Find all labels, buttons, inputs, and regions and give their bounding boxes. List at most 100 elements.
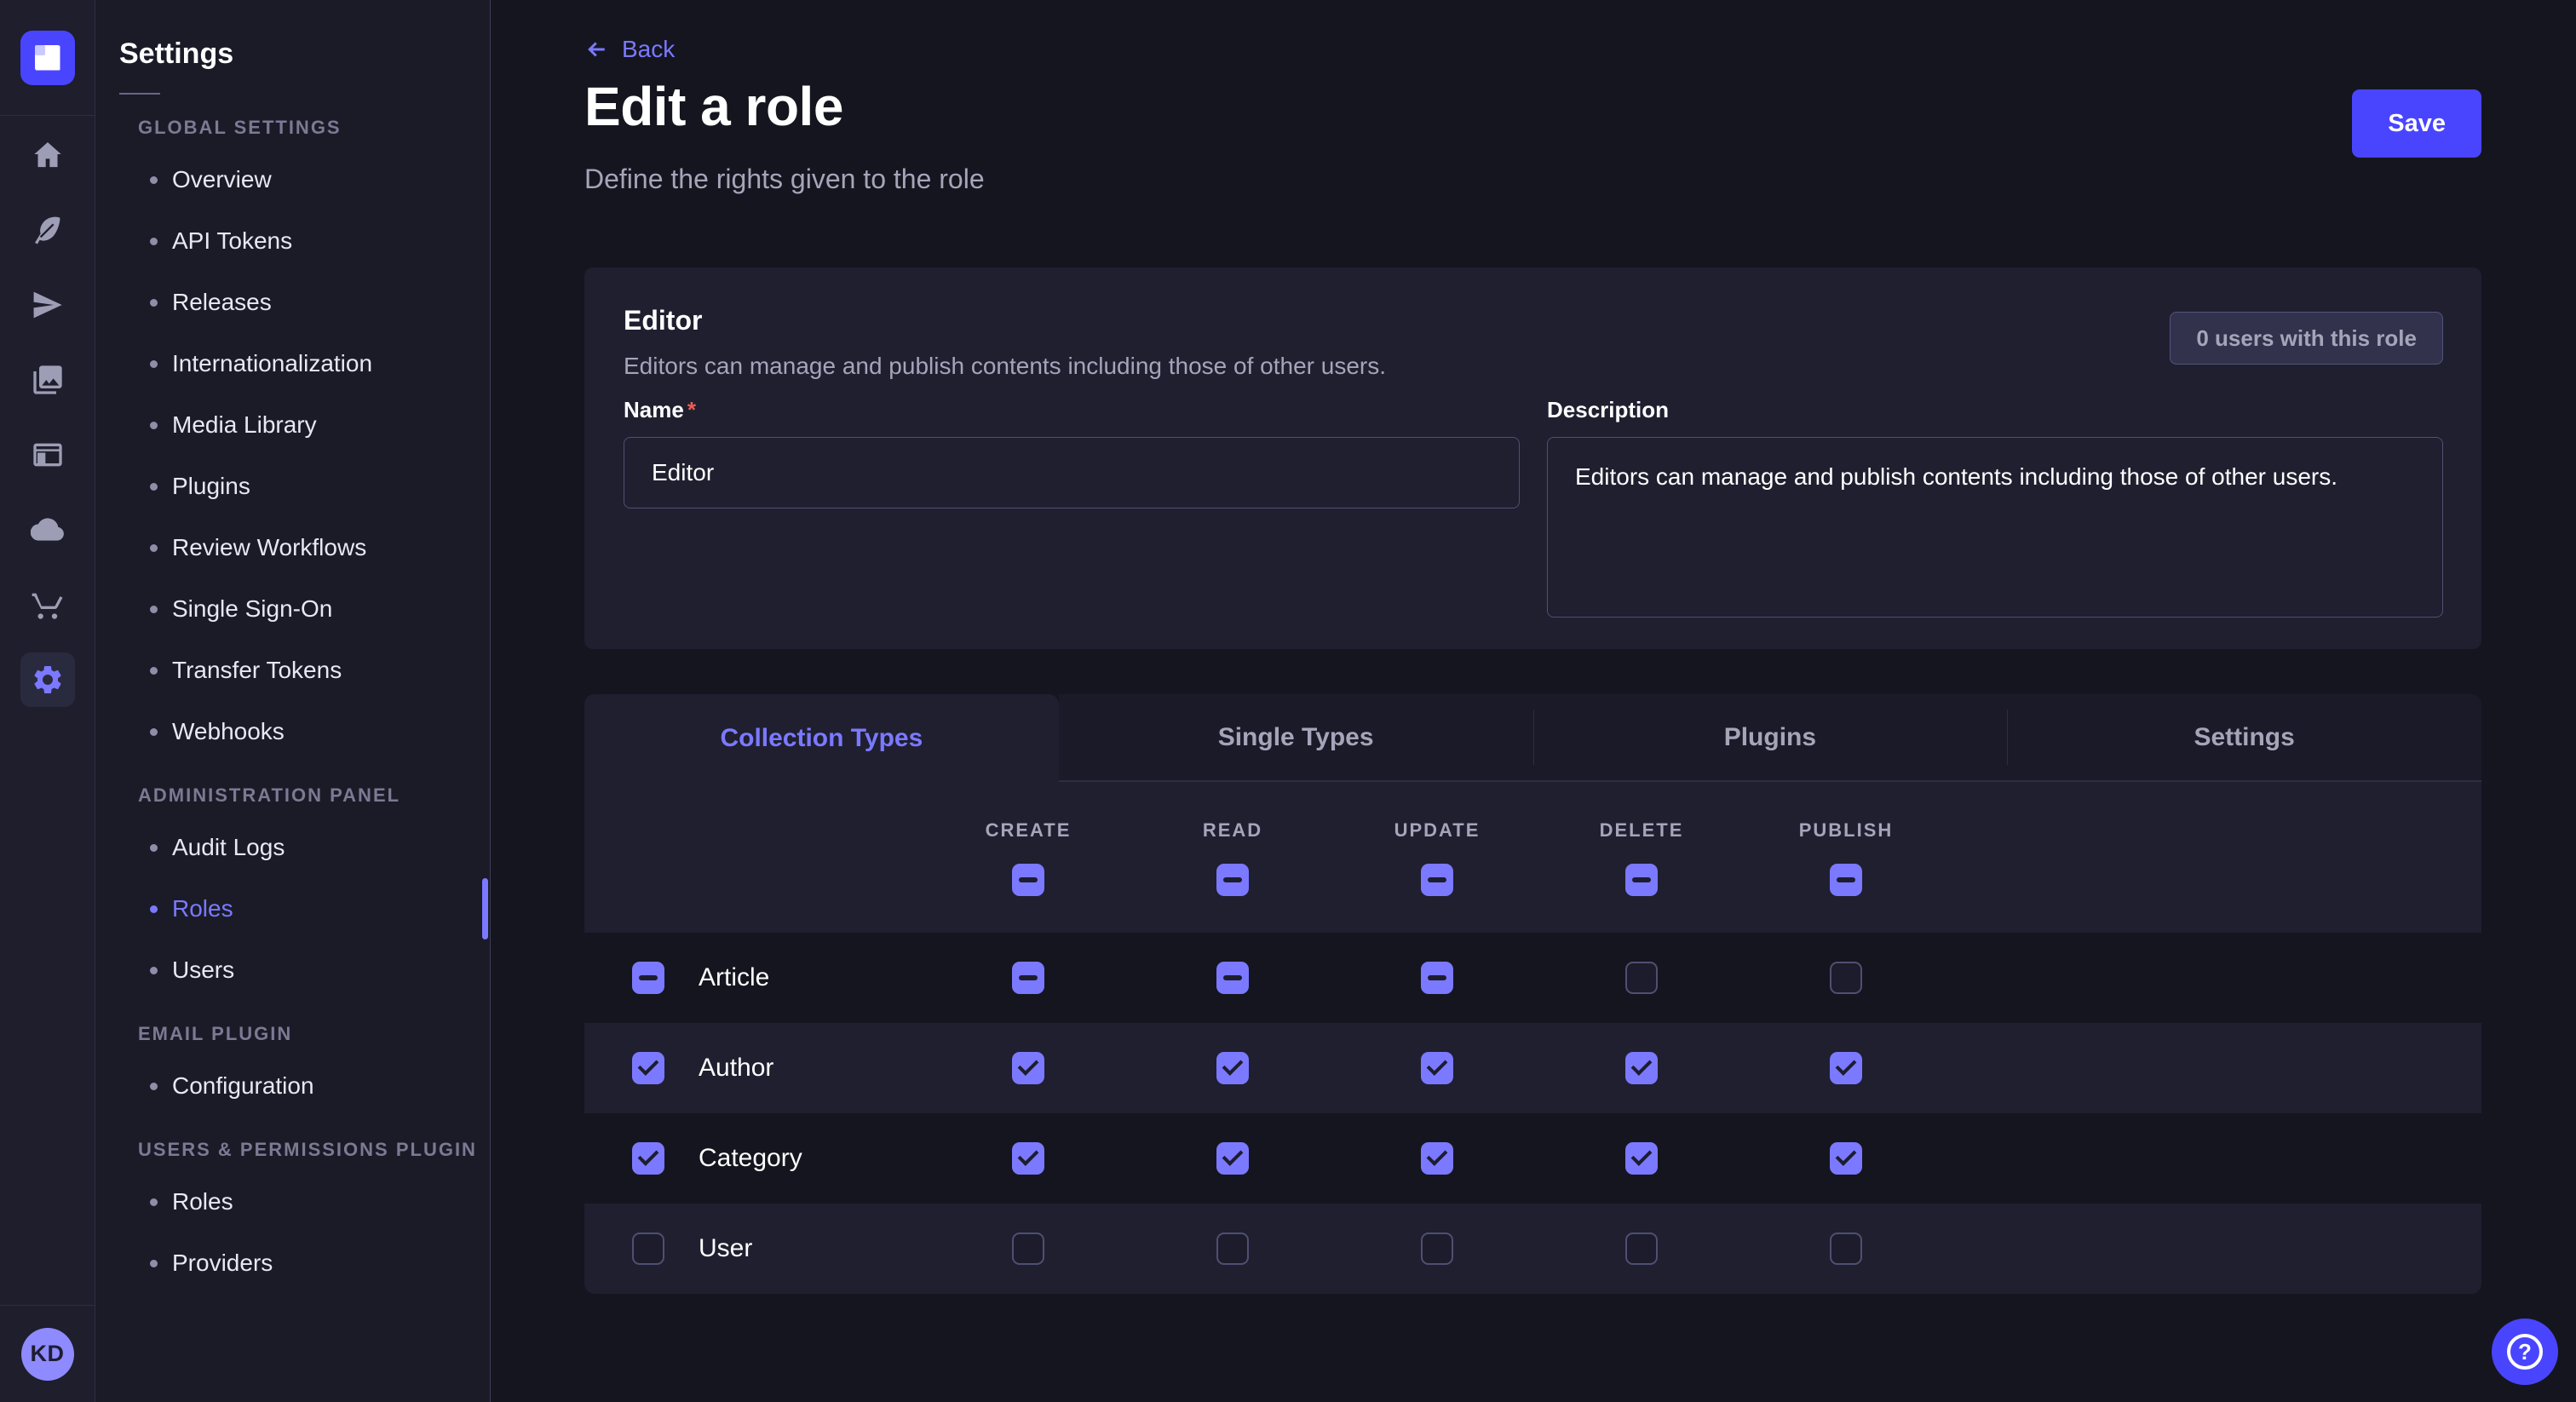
sidebar-item-api-tokens[interactable]: API Tokens bbox=[95, 210, 490, 272]
sidebar-item-internationalization[interactable]: Internationalization bbox=[95, 333, 490, 394]
tab-collection-types[interactable]: Collection Types bbox=[584, 694, 1059, 782]
sidebar-item-label: Roles bbox=[172, 1188, 233, 1215]
author-create-checkbox[interactable] bbox=[1012, 1052, 1044, 1084]
required-asterisk: * bbox=[687, 397, 696, 422]
sidebar-item-plugins[interactable]: Plugins bbox=[95, 456, 490, 517]
sidebar-item-label: API Tokens bbox=[172, 227, 292, 255]
category-delete-checkbox[interactable] bbox=[1625, 1142, 1658, 1175]
name-field-group: Name* bbox=[624, 397, 1520, 618]
sidebar-item-providers[interactable]: Providers bbox=[95, 1232, 490, 1294]
author-read-checkbox[interactable] bbox=[1216, 1052, 1249, 1084]
description-field-group: Description Editors can manage and publi… bbox=[1547, 397, 2443, 618]
sidebar-item-overview[interactable]: Overview bbox=[95, 149, 490, 210]
layout-icon bbox=[31, 438, 65, 472]
users-with-role-button[interactable]: 0 users with this role bbox=[2170, 312, 2443, 365]
bullet-icon bbox=[150, 238, 158, 245]
sidebar-item-configuration[interactable]: Configuration bbox=[95, 1055, 490, 1117]
user-create-checkbox[interactable] bbox=[1012, 1232, 1044, 1265]
tab-single-types[interactable]: Single Types bbox=[1059, 694, 1533, 782]
sidebar-item-users[interactable]: Users bbox=[95, 939, 490, 1001]
category-update-checkbox[interactable] bbox=[1421, 1142, 1453, 1175]
description-textarea[interactable]: Editors can manage and publish contents … bbox=[1547, 437, 2443, 618]
row-label: Category bbox=[699, 1144, 802, 1173]
article-create-checkbox[interactable] bbox=[1012, 962, 1044, 994]
rail-item-cloud[interactable] bbox=[0, 492, 95, 567]
role-name-heading: Editor bbox=[624, 305, 702, 336]
permission-row-author: Author bbox=[584, 1023, 2481, 1113]
article-update-checkbox[interactable] bbox=[1421, 962, 1453, 994]
back-label: Back bbox=[622, 36, 675, 63]
bullet-icon bbox=[150, 606, 158, 613]
permission-cell bbox=[926, 962, 1130, 994]
role-description-text: Editors can manage and publish contents … bbox=[624, 353, 1386, 380]
category-create-checkbox[interactable] bbox=[1012, 1142, 1044, 1175]
rail-item-gear[interactable] bbox=[0, 642, 95, 717]
rail-item-media-library[interactable] bbox=[0, 342, 95, 417]
sidebar-item-roles[interactable]: Roles bbox=[95, 878, 490, 939]
question-mark-icon: ? bbox=[2507, 1334, 2543, 1370]
column-header-read: READ bbox=[1130, 782, 1335, 933]
sidebar-item-label: Transfer Tokens bbox=[172, 657, 342, 684]
sidebar-item-single-sign-on[interactable]: Single Sign-On bbox=[95, 578, 490, 640]
column-label: DELETE bbox=[1600, 819, 1684, 842]
bullet-icon bbox=[150, 422, 158, 429]
select-all-delete-checkbox[interactable] bbox=[1625, 864, 1658, 896]
sidebar-item-transfer-tokens[interactable]: Transfer Tokens bbox=[95, 640, 490, 701]
user-publish-checkbox[interactable] bbox=[1830, 1232, 1862, 1265]
sidebar-item-review-workflows[interactable]: Review Workflows bbox=[95, 517, 490, 578]
sidebar-item-releases[interactable]: Releases bbox=[95, 272, 490, 333]
sidebar-item-roles[interactable]: Roles bbox=[95, 1171, 490, 1232]
rail-item-feather[interactable] bbox=[0, 192, 95, 267]
sidebar-section-label: EMAIL PLUGIN bbox=[138, 1023, 490, 1045]
category-publish-checkbox[interactable] bbox=[1830, 1142, 1862, 1175]
media-library-icon bbox=[31, 363, 65, 397]
active-icon-box bbox=[20, 652, 75, 707]
select-all-create-checkbox[interactable] bbox=[1012, 864, 1044, 896]
save-button[interactable]: Save bbox=[2352, 89, 2481, 158]
permissions-tabs: Collection TypesSingle TypesPluginsSetti… bbox=[584, 694, 2481, 782]
category-read-checkbox[interactable] bbox=[1216, 1142, 1249, 1175]
author-delete-checkbox[interactable] bbox=[1625, 1052, 1658, 1084]
user-avatar[interactable]: KD bbox=[21, 1328, 74, 1381]
article-delete-checkbox[interactable] bbox=[1625, 962, 1658, 994]
page-title: Edit a role bbox=[584, 75, 843, 138]
article-read-checkbox[interactable] bbox=[1216, 962, 1249, 994]
article-publish-checkbox[interactable] bbox=[1830, 962, 1862, 994]
cart-icon bbox=[31, 588, 65, 622]
strapi-logo[interactable] bbox=[20, 31, 75, 85]
select-row-article-checkbox[interactable] bbox=[632, 962, 664, 994]
select-row-author-checkbox[interactable] bbox=[632, 1052, 664, 1084]
rail-item-paper-plane[interactable] bbox=[0, 267, 95, 342]
sidebar-item-label: Roles bbox=[172, 895, 233, 922]
bullet-icon bbox=[150, 544, 158, 552]
bullet-icon bbox=[150, 1083, 158, 1090]
select-all-publish-checkbox[interactable] bbox=[1830, 864, 1862, 896]
back-link[interactable]: Back bbox=[584, 36, 675, 63]
author-update-checkbox[interactable] bbox=[1421, 1052, 1453, 1084]
select-row-category-checkbox[interactable] bbox=[632, 1142, 664, 1175]
select-all-update-checkbox[interactable] bbox=[1421, 864, 1453, 896]
sidebar-section-label: USERS & PERMISSIONS PLUGIN bbox=[138, 1139, 490, 1161]
sidebar-item-audit-logs[interactable]: Audit Logs bbox=[95, 817, 490, 878]
column-label: CREATE bbox=[986, 819, 1072, 842]
bullet-icon bbox=[150, 728, 158, 736]
sidebar-item-media-library[interactable]: Media Library bbox=[95, 394, 490, 456]
sidebar-item-label: Internationalization bbox=[172, 350, 372, 377]
rail-item-cart[interactable] bbox=[0, 567, 95, 642]
tab-plugins[interactable]: Plugins bbox=[1533, 694, 2008, 782]
rail-item-layout[interactable] bbox=[0, 417, 95, 492]
user-delete-checkbox[interactable] bbox=[1625, 1232, 1658, 1265]
select-row-user-checkbox[interactable] bbox=[632, 1232, 664, 1265]
author-publish-checkbox[interactable] bbox=[1830, 1052, 1862, 1084]
row-label: User bbox=[699, 1234, 752, 1263]
role-details-card: Editor Editors can manage and publish co… bbox=[584, 267, 2481, 649]
row-label: Author bbox=[699, 1054, 773, 1083]
rail-item-home[interactable] bbox=[0, 118, 95, 192]
name-input[interactable] bbox=[624, 437, 1520, 509]
tab-settings[interactable]: Settings bbox=[2007, 694, 2481, 782]
sidebar-item-webhooks[interactable]: Webhooks bbox=[95, 701, 490, 762]
user-read-checkbox[interactable] bbox=[1216, 1232, 1249, 1265]
select-all-read-checkbox[interactable] bbox=[1216, 864, 1249, 896]
help-button[interactable]: ? bbox=[2492, 1319, 2558, 1385]
user-update-checkbox[interactable] bbox=[1421, 1232, 1453, 1265]
